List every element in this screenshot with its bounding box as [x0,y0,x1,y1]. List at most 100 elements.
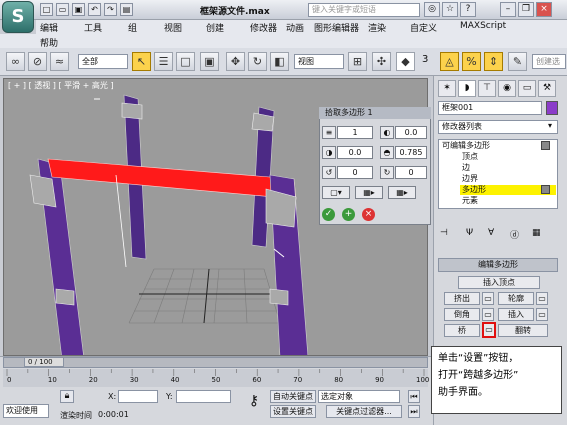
segments-field[interactable]: 1 [337,126,373,139]
menu-graph-editors[interactable]: 图形编辑器 [314,21,359,34]
project-folder-icon[interactable]: ▤ [120,3,133,16]
menu-customize[interactable]: 自定义 [410,21,437,34]
pivot-center-icon[interactable]: ⊞ [348,52,367,71]
selection-filter-dropdown[interactable]: 全部 [78,54,128,69]
menu-maxscript[interactable]: MAXScript [460,21,506,31]
restore-button[interactable]: ❐ [518,2,534,17]
time-slider[interactable] [3,357,428,368]
percent-snap-icon[interactable]: % [462,52,481,71]
motion-tab-icon[interactable]: ◉ [498,80,516,97]
stack-visibility-icon[interactable] [541,185,550,194]
frame-counter[interactable]: 0 / 100 [24,357,64,367]
spinner-snap-icon[interactable]: ⇕ [484,52,503,71]
menu-animation[interactable]: 动画 [286,21,304,34]
snap-toggle-label[interactable]: 3 [422,54,428,65]
menu-edit[interactable]: 编辑 [40,21,58,34]
make-unique-icon[interactable]: ∀ [488,228,502,240]
bind-spacewarp-icon[interactable]: ≈ [50,52,69,71]
object-name-field[interactable]: 框架001 [438,101,542,115]
hierarchy-tab-icon[interactable]: ⊤ [478,80,496,97]
auto-key-button[interactable]: 自动关键点 [270,390,316,403]
lock-selection-icon[interactable]: 🔒︎ [60,390,74,403]
pick-polygon-1-icon[interactable]: ▦▸ [355,186,383,199]
go-to-start-icon[interactable]: ⏮ [408,390,420,403]
show-end-result-icon[interactable]: Ψ [466,228,480,240]
key-filters-button[interactable]: 关键点过滤器... [326,405,402,418]
modifier-list-dropdown[interactable]: 修改器列表 [438,120,558,134]
bridge-button[interactable]: 桥 [444,324,480,337]
stack-item-edge[interactable]: 边 [462,163,470,173]
set-key-button[interactable]: 设置关键点 [270,405,316,418]
search-input[interactable]: 键入关键字或短语 [308,3,420,17]
link-icon[interactable]: ∞ [6,52,25,71]
smooth-field[interactable]: 0.785 [395,146,427,159]
configure-sets-icon[interactable]: ▦ [532,228,546,240]
bevel-settings-icon[interactable]: ▭ [482,308,494,321]
menu-rendering[interactable]: 渲染 [368,21,386,34]
rectangle-selection-icon[interactable]: □ [176,52,195,71]
extrude-settings-icon[interactable]: ▭ [482,292,494,305]
x-coordinate-field[interactable] [118,390,158,403]
insert-vertex-button[interactable]: 插入顶点 [458,276,540,289]
cancel-x-icon[interactable]: × [362,208,375,221]
undo-icon[interactable]: ↶ [88,3,101,16]
outline-settings-icon[interactable]: ▭ [536,292,548,305]
stack-visibility-icon[interactable] [541,141,550,150]
modify-tab-icon[interactable]: ◗ [458,80,476,97]
save-icon[interactable]: ▣ [72,3,85,16]
stack-item-element[interactable]: 元素 [462,196,478,206]
redo-icon[interactable]: ↷ [104,3,117,16]
extrude-button[interactable]: 挤出 [444,292,480,305]
stack-root-item[interactable]: 可编辑多边形 [442,141,490,151]
edit-polygons-rollout-title[interactable]: 编辑多边形 [438,258,558,272]
select-object-icon[interactable]: ↖ [132,52,151,71]
select-move-icon[interactable]: ✥ [226,52,245,71]
inset-settings-icon[interactable]: ▭ [536,308,548,321]
bias-field[interactable]: 0.0 [337,146,373,159]
menu-views[interactable]: 视图 [164,21,182,34]
new-file-icon[interactable]: □ [40,3,53,16]
create-selection-set-dropdown[interactable]: 创建选 [532,54,566,69]
create-tab-icon[interactable]: ✶ [438,80,456,97]
binoculars-icon[interactable]: ◎ [424,2,440,17]
display-tab-icon[interactable]: ▭ [518,80,536,97]
maxscript-listener[interactable]: 欢迎使用 [3,404,49,418]
reference-coord-dropdown[interactable]: 视图 [294,54,344,69]
apply-plus-icon[interactable]: + [342,208,355,221]
ok-check-icon[interactable]: ✓ [322,208,335,221]
twist1-field[interactable]: 0 [337,166,373,179]
key-mode-toggle-icon[interactable]: ⏭ [408,405,420,418]
chevron-down-icon[interactable]: ▾ [548,121,552,130]
flip-button[interactable]: 翻转 [498,324,548,337]
key-mode-dropdown[interactable]: 选定对象 [318,390,400,403]
inset-button[interactable]: 插入 [498,308,534,321]
angle-snap-icon[interactable]: ◬ [440,52,459,71]
bridge-settings-icon[interactable]: ▭ [482,322,496,338]
edit-named-selection-icon[interactable]: ✎ [508,52,527,71]
minimize-button[interactable]: – [500,2,516,17]
open-file-icon[interactable]: ▭ [56,3,69,16]
outline-button[interactable]: 轮廓 [498,292,534,305]
y-coordinate-field[interactable] [176,390,231,403]
menu-modifiers[interactable]: 修改器 [250,21,277,34]
select-by-name-icon[interactable]: ☰ [154,52,173,71]
select-manipulate-icon[interactable]: ✣ [372,52,391,71]
bridge-mode-dropdown-icon[interactable]: ▢▾ [322,186,350,199]
utilities-tab-icon[interactable]: ⚒ [538,80,556,97]
select-rotate-icon[interactable]: ↻ [248,52,267,71]
unlink-icon[interactable]: ⊘ [28,52,47,71]
select-scale-icon[interactable]: ◧ [270,52,289,71]
pick-polygon-2-icon[interactable]: ▦▸ [388,186,416,199]
menu-group[interactable]: 组 [128,21,137,34]
stack-item-vertex[interactable]: 顶点 [462,152,478,162]
pin-stack-icon[interactable]: ⊣ [440,228,454,240]
object-color-swatch[interactable] [546,101,558,115]
window-crossing-icon[interactable]: ▣ [200,52,219,71]
key-icon[interactable]: ⚷ [244,392,264,412]
stack-item-border[interactable]: 边界 [462,174,478,184]
menu-create[interactable]: 创建 [206,21,224,34]
star-icon[interactable]: ☆ [442,2,458,17]
menu-tools[interactable]: 工具 [84,21,102,34]
remove-modifier-icon[interactable]: ⓓ [510,228,524,241]
twist2-field[interactable]: 0 [395,166,427,179]
